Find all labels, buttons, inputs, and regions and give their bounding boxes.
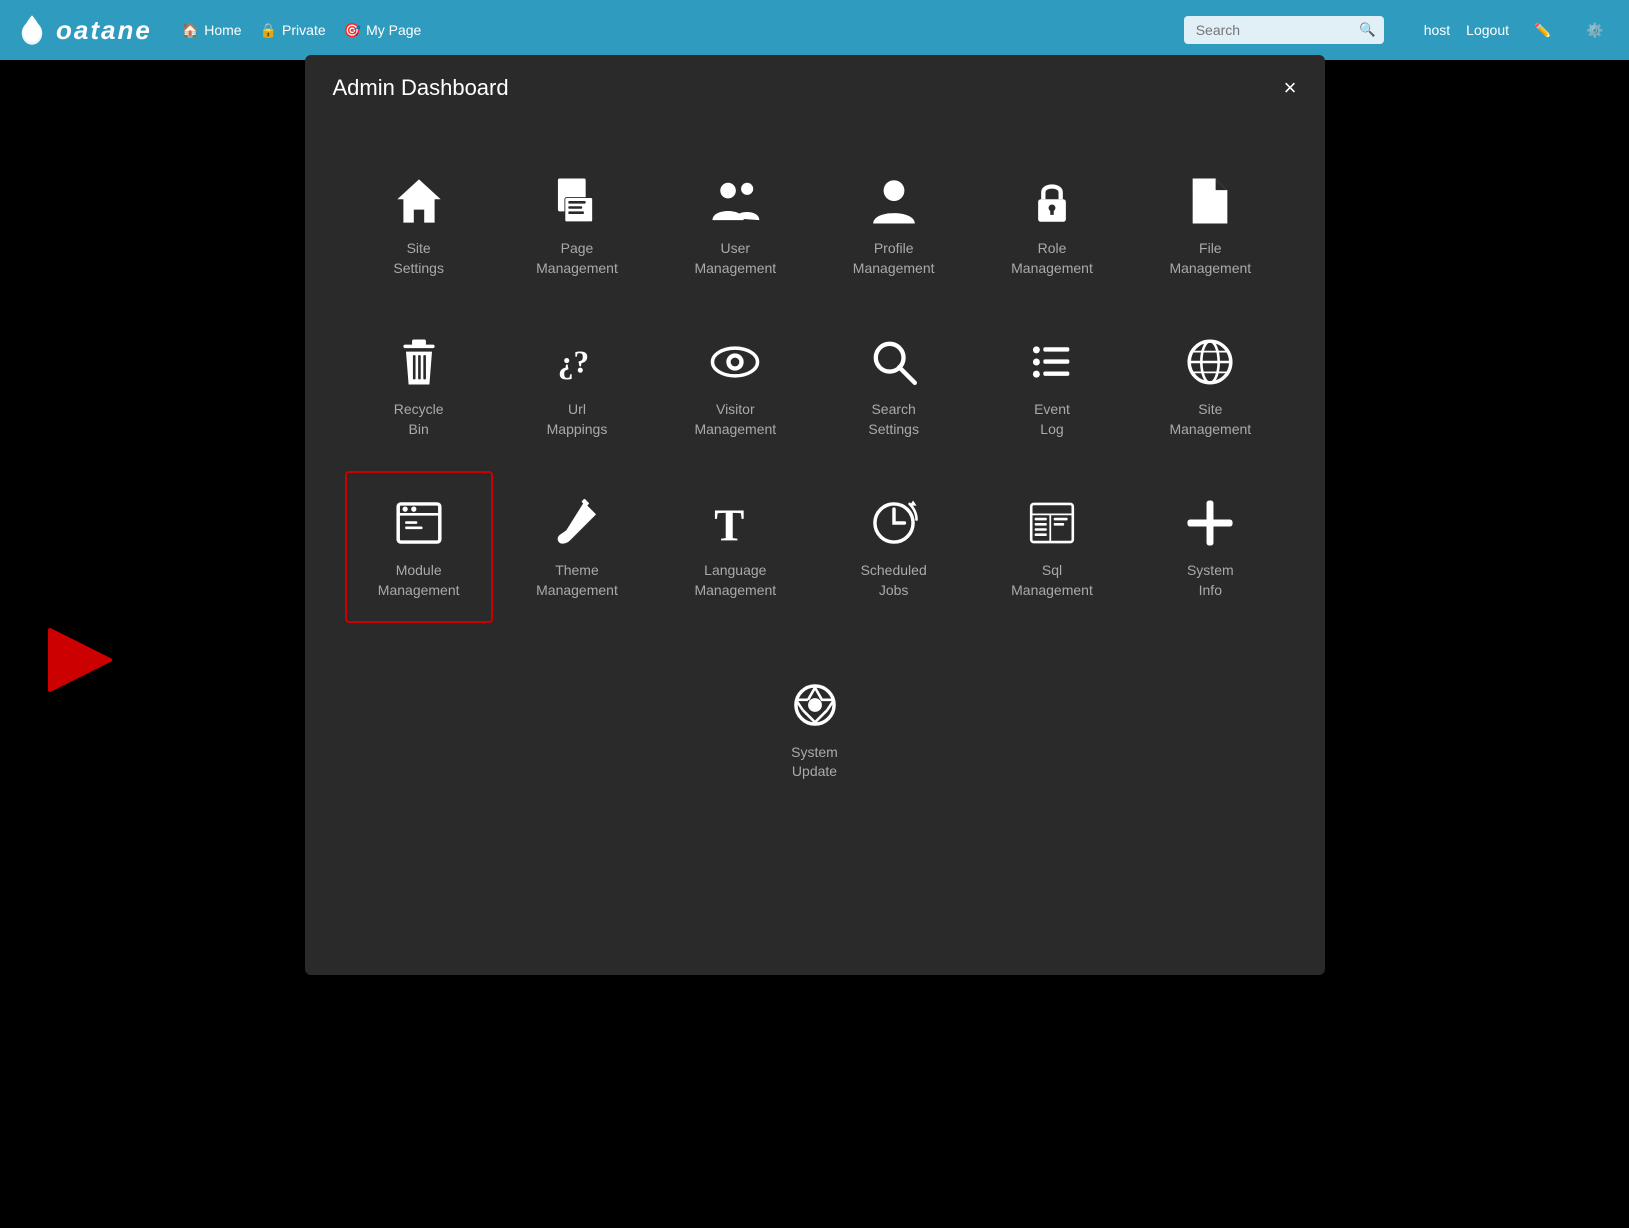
- search-settings-label: SearchSettings: [868, 400, 919, 439]
- font-icon: T: [709, 497, 761, 549]
- icon-grid: SiteSettings PageManagement: [305, 119, 1325, 653]
- system-info-item[interactable]: SystemInfo: [1136, 471, 1284, 622]
- user-management-label: UserManagement: [694, 239, 776, 278]
- site-settings-label: SiteSettings: [393, 239, 444, 278]
- plus-icon: [1184, 497, 1236, 549]
- sql-management-label: SqlManagement: [1011, 561, 1093, 600]
- url-mappings-item[interactable]: ¿? UrlMappings: [503, 310, 651, 461]
- modal-header: Admin Dashboard ×: [305, 55, 1325, 119]
- sqllist-icon: [1026, 497, 1078, 549]
- search-settings-item[interactable]: SearchSettings: [819, 310, 967, 461]
- trash-icon: [393, 336, 445, 388]
- theme-management-label: ThemeManagement: [536, 561, 618, 600]
- svg-text:¿?: ¿?: [558, 345, 589, 380]
- language-management-label: LanguageManagement: [694, 561, 776, 600]
- user-management-item[interactable]: UserManagement: [661, 149, 809, 300]
- admin-dashboard-modal: Admin Dashboard × SiteSettings: [305, 55, 1325, 975]
- recycle-bin-label: RecycleBin: [394, 400, 444, 439]
- system-info-label: SystemInfo: [1187, 561, 1234, 600]
- file-icon: [1184, 175, 1236, 227]
- system-update-item[interactable]: SystemUpdate: [736, 653, 893, 804]
- profile-icon: [868, 175, 920, 227]
- file-management-label: FileManagement: [1169, 239, 1251, 278]
- page-management-label: PageManagement: [536, 239, 618, 278]
- right-arrow-icon: [40, 620, 120, 700]
- theme-management-item[interactable]: ThemeManagement: [503, 471, 651, 622]
- file-management-item[interactable]: FileManagement: [1136, 149, 1284, 300]
- list-icon: [1026, 336, 1078, 388]
- eye-icon: [709, 336, 761, 388]
- brush-icon: [551, 497, 603, 549]
- globe-icon: [1184, 336, 1236, 388]
- icon-grid-last-row: SystemUpdate: [305, 653, 1325, 844]
- sql-management-item[interactable]: SqlManagement: [978, 471, 1126, 622]
- profile-management-item[interactable]: ProfileManagement: [819, 149, 967, 300]
- url-icon: ¿?: [551, 336, 603, 388]
- shutter-icon: [789, 679, 841, 731]
- system-update-label: SystemUpdate: [791, 743, 838, 782]
- home-icon: [393, 175, 445, 227]
- page-management-item[interactable]: PageManagement: [503, 149, 651, 300]
- lock-icon: [1026, 175, 1078, 227]
- search-icon: [868, 336, 920, 388]
- visitor-management-label: VisitorManagement: [694, 400, 776, 439]
- role-management-label: RoleManagement: [1011, 239, 1093, 278]
- event-log-item[interactable]: EventLog: [978, 310, 1126, 461]
- svg-text:T: T: [715, 501, 745, 550]
- module-icon: [393, 497, 445, 549]
- modal-overlay: Admin Dashboard × SiteSettings: [0, 0, 1629, 1228]
- role-management-item[interactable]: RoleManagement: [978, 149, 1126, 300]
- page-icon: [551, 175, 603, 227]
- site-management-item[interactable]: SiteManagement: [1136, 310, 1284, 461]
- language-management-item[interactable]: T LanguageManagement: [661, 471, 809, 622]
- scheduled-jobs-item[interactable]: ScheduledJobs: [819, 471, 967, 622]
- profile-management-label: ProfileManagement: [853, 239, 935, 278]
- site-management-label: SiteManagement: [1169, 400, 1251, 439]
- scheduled-icon: [868, 497, 920, 549]
- recycle-bin-item[interactable]: RecycleBin: [345, 310, 493, 461]
- module-management-label: ModuleManagement: [378, 561, 460, 600]
- arrow-indicator: [40, 620, 120, 705]
- module-management-item[interactable]: ModuleManagement: [345, 471, 493, 622]
- event-log-label: EventLog: [1034, 400, 1070, 439]
- users-icon: [709, 175, 761, 227]
- site-settings-item[interactable]: SiteSettings: [345, 149, 493, 300]
- url-mappings-label: UrlMappings: [547, 400, 608, 439]
- modal-close-button[interactable]: ×: [1284, 77, 1297, 99]
- modal-title: Admin Dashboard: [333, 75, 509, 101]
- visitor-management-item[interactable]: VisitorManagement: [661, 310, 809, 461]
- scheduled-jobs-label: ScheduledJobs: [861, 561, 927, 600]
